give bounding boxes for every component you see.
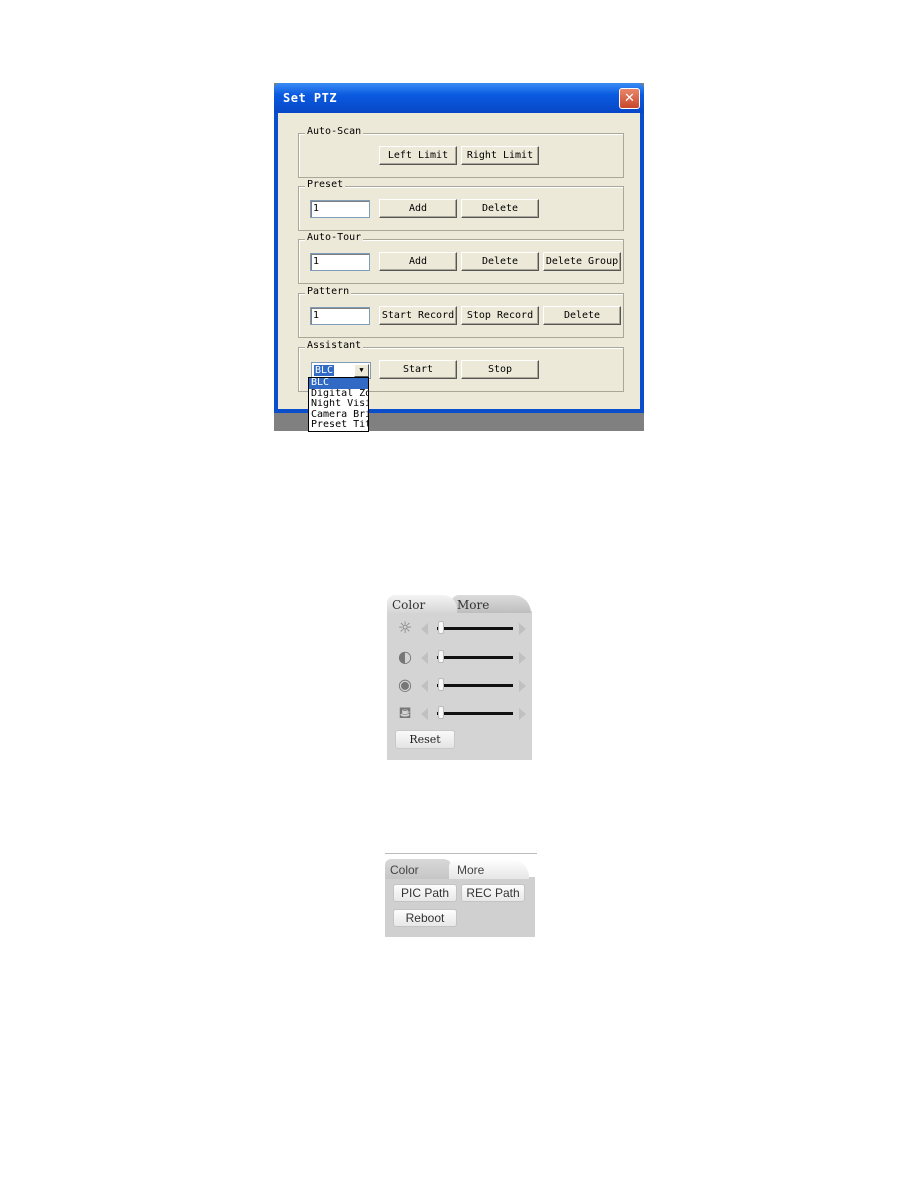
delete-group-button[interactable]: Delete Group (543, 252, 621, 271)
more-settings-panel: Color More PIC Path REC Path Reboot (385, 853, 537, 937)
hue-slider-row: ⛾ (395, 703, 531, 723)
pattern-delete-button[interactable]: Delete (543, 306, 621, 325)
saturation-slider-row: ◉ (395, 675, 531, 695)
brightness-slider-thumb[interactable] (438, 621, 444, 634)
contrast-slider-track[interactable] (437, 656, 513, 659)
assistant-label: Assistant (305, 340, 364, 351)
pic-path-button[interactable]: PIC Path (393, 884, 457, 902)
start-record-button[interactable]: Start Record (379, 306, 457, 325)
auto-tour-group: Auto-Tour 1 Add Delete Delete Group (298, 232, 624, 284)
saturation-slider-track[interactable] (437, 684, 513, 687)
increase-arrow-icon[interactable] (519, 708, 526, 720)
auto-tour-delete-button[interactable]: Delete (461, 252, 539, 271)
reset-button[interactable]: Reset (395, 730, 455, 749)
increase-arrow-icon[interactable] (519, 623, 526, 635)
palette-icon: ◉ (398, 675, 412, 694)
dialog-title: Set PTZ (283, 91, 338, 105)
tab-more[interactable]: More (451, 595, 531, 613)
increase-arrow-icon[interactable] (519, 680, 526, 692)
dialog-client-area: Auto-Scan Left Limit Right Limit Preset … (278, 113, 640, 409)
decrease-arrow-icon[interactable] (421, 652, 428, 664)
dropdown-option[interactable]: Night Vision (309, 399, 368, 410)
auto-scan-label: Auto-Scan (305, 126, 364, 137)
hue-slider-track[interactable] (437, 712, 513, 715)
paint-bucket-icon: ⛾ (398, 703, 412, 722)
increase-arrow-icon[interactable] (519, 652, 526, 664)
preset-add-button[interactable]: Add (379, 199, 457, 218)
stop-record-button[interactable]: Stop Record (461, 306, 539, 325)
dropdown-option[interactable]: Digital Zoom (309, 389, 368, 400)
preset-label: Preset (305, 179, 346, 190)
hue-slider-thumb[interactable] (438, 706, 444, 719)
dropdown-option[interactable]: Preset Title (309, 420, 368, 431)
preset-group: Preset 1 Add Delete (298, 179, 624, 231)
preset-number-input[interactable]: 1 (310, 200, 370, 218)
title-bar[interactable]: Set PTZ ✕ (274, 83, 644, 113)
pattern-group: Pattern 1 Start Record Stop Record Delet… (298, 286, 624, 338)
pattern-number-input[interactable]: 1 (310, 307, 370, 325)
auto-scan-group: Auto-Scan Left Limit Right Limit (298, 126, 624, 178)
assistant-start-button[interactable]: Start (379, 360, 457, 379)
decrease-arrow-icon[interactable] (421, 680, 428, 692)
brightness-slider-row: ☼ (395, 618, 531, 638)
assistant-selected-value: BLC (314, 365, 335, 376)
brightness-slider-track[interactable] (437, 627, 513, 630)
contrast-slider-row: ◐ (395, 647, 531, 667)
tab-color[interactable]: Color (385, 859, 453, 879)
assistant-dropdown-list: BLC Digital Zoom Night Vision Camera Bri… (308, 377, 369, 432)
dropdown-option[interactable]: Camera Brightness (309, 410, 368, 421)
auto-tour-add-button[interactable]: Add (379, 252, 457, 271)
tab-color[interactable]: Color (387, 595, 457, 613)
contrast-slider-thumb[interactable] (438, 650, 444, 663)
dropdown-option[interactable]: BLC (309, 378, 368, 389)
close-button[interactable]: ✕ (619, 88, 640, 109)
decrease-arrow-icon[interactable] (421, 708, 428, 720)
close-x-icon: ✕ (624, 91, 635, 106)
auto-tour-number-input[interactable]: 1 (310, 253, 370, 271)
ptz-dialog: Set PTZ ✕ Auto-Scan Left Limit Right Lim… (274, 83, 644, 413)
auto-tour-label: Auto-Tour (305, 232, 364, 243)
reboot-button[interactable]: Reboot (393, 909, 457, 927)
right-limit-button[interactable]: Right Limit (461, 146, 539, 165)
chevron-down-icon[interactable]: ▼ (354, 364, 369, 377)
brightness-sun-icon: ☼ (397, 618, 413, 637)
saturation-slider-thumb[interactable] (438, 678, 444, 691)
decrease-arrow-icon[interactable] (421, 623, 428, 635)
rec-path-button[interactable]: REC Path (461, 884, 525, 902)
divider (385, 853, 537, 854)
preset-delete-button[interactable]: Delete (461, 199, 539, 218)
pattern-label: Pattern (305, 286, 352, 297)
color-settings-panel: More Color ☼ ◐ ◉ ⛾ Reset (387, 595, 532, 760)
contrast-icon: ◐ (398, 647, 412, 666)
assistant-stop-button[interactable]: Stop (461, 360, 539, 379)
tab-more[interactable]: More (449, 859, 529, 879)
ptz-dialog-backdrop: Set PTZ ✕ Auto-Scan Left Limit Right Lim… (274, 83, 644, 432)
left-limit-button[interactable]: Left Limit (379, 146, 457, 165)
